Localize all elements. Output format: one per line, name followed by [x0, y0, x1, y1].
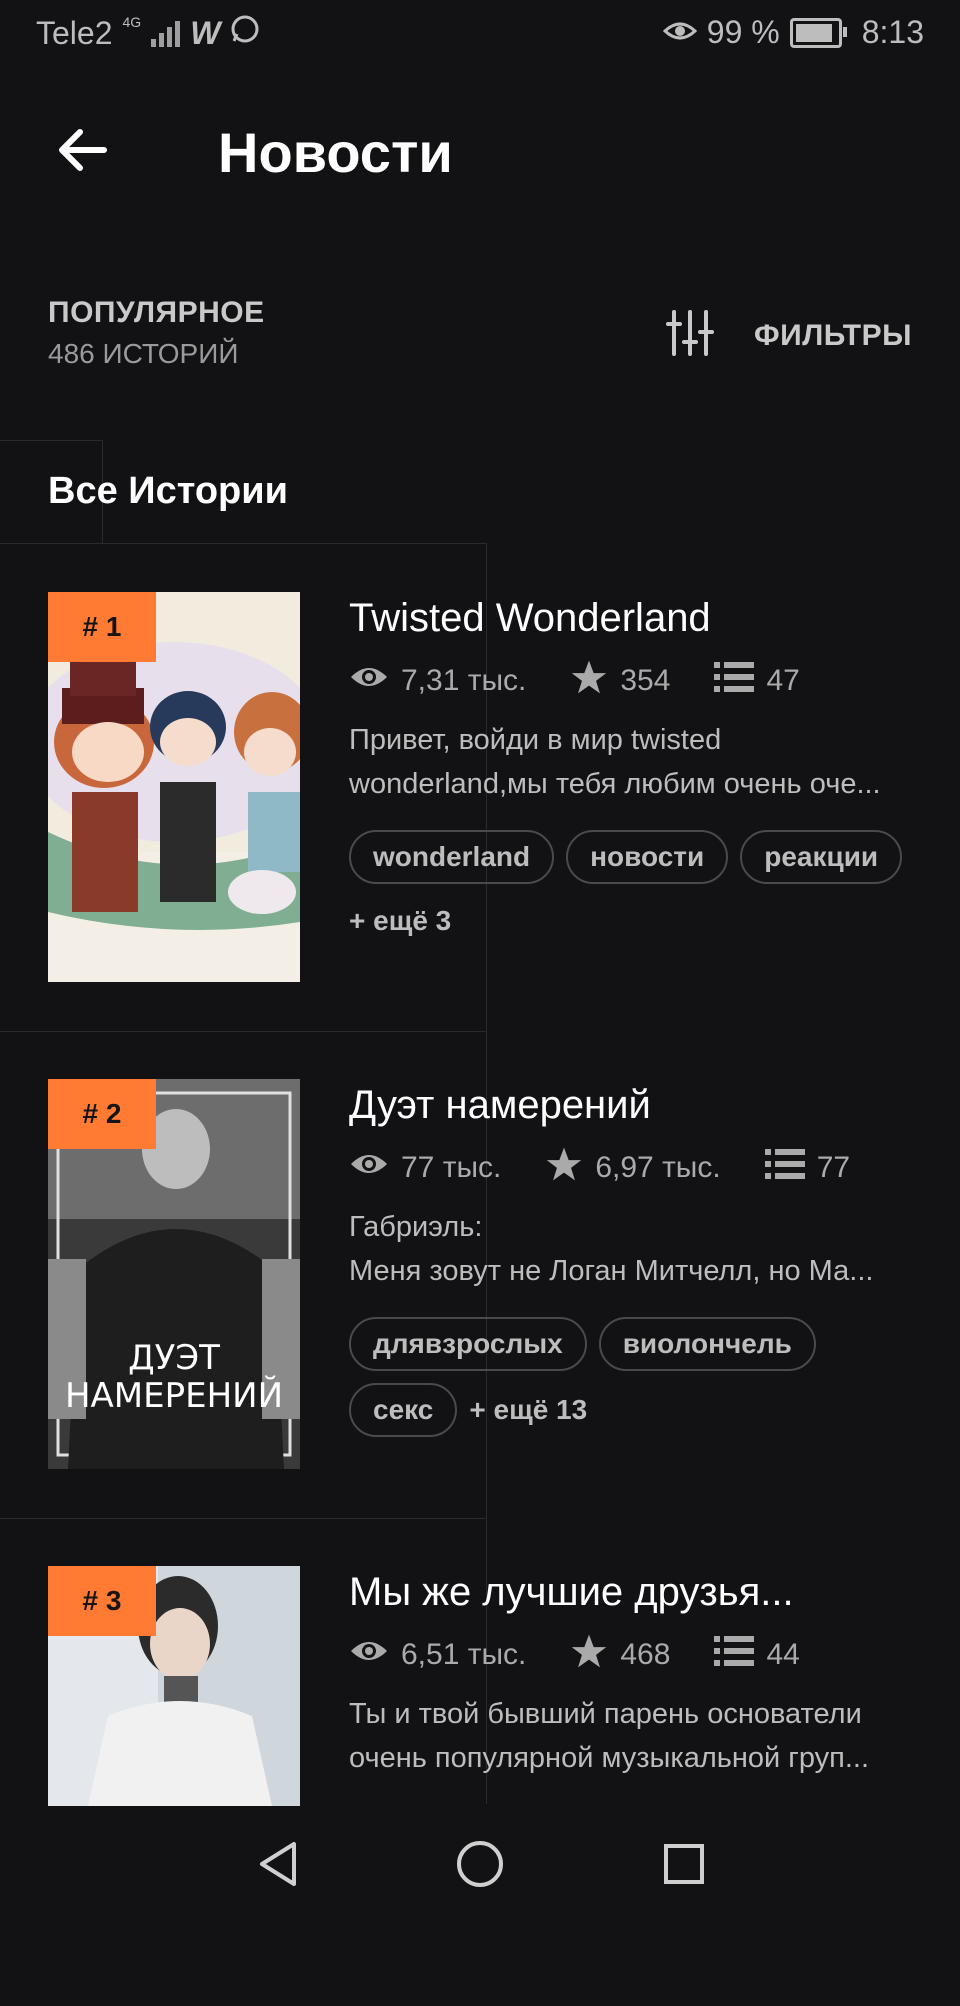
section-title: ПОПУЛЯРНОЕ: [48, 296, 265, 329]
story-card-1[interactable]: # 1 Twisted Wonderland 7,31 тыс. 354 47 …: [0, 544, 960, 1032]
story-description: Привет, войди в мир twisted wonderland,м…: [349, 718, 909, 806]
desc-line: Привет, войди в мир twisted: [349, 724, 722, 756]
eye-comfort-icon: [662, 14, 697, 51]
sliders-icon: [666, 310, 715, 361]
clock: 8:13: [861, 14, 924, 50]
star-icon: [570, 659, 608, 703]
parts-count: 77: [816, 1151, 851, 1184]
app-bar: Новости: [0, 80, 960, 220]
desc-line: Ты и твой бывший парень основатели: [349, 1698, 862, 1730]
more-tags-link[interactable]: + ещё 13: [469, 1385, 587, 1435]
eye-icon: [349, 1637, 389, 1673]
story-card-3[interactable]: # 3 Мы же лучшие друзья... 6,51 тыс. 468…: [0, 1518, 960, 2006]
tag-chip[interactable]: реакции: [740, 830, 903, 884]
rank-badge: # 2: [48, 1079, 156, 1149]
rank-badge: # 3: [48, 1566, 156, 1636]
parts-count: 44: [766, 1638, 800, 1671]
carrier-label: Tele2: [36, 14, 113, 51]
list-icon: [714, 660, 755, 702]
tag-list: wonderland новости реакции + ещё 3: [349, 830, 929, 946]
nav-home-icon[interactable]: [450, 1834, 510, 1894]
eye-icon: [349, 1150, 389, 1186]
section-header: ПОПУЛЯРНОЕ 486 ИСТОРИЙ: [48, 296, 265, 370]
nav-back-icon[interactable]: [250, 1834, 310, 1894]
star-icon: [570, 1633, 608, 1677]
w-app-icon: W: [190, 14, 221, 51]
votes-count: 354: [620, 664, 671, 697]
list-icon: [764, 1147, 805, 1189]
story-title[interactable]: Мы же лучшие друзья...: [349, 1570, 794, 1615]
rank-badge: # 1: [48, 592, 156, 662]
desc-line: очень популярной музыкальной груп...: [349, 1742, 870, 1774]
tag-chip[interactable]: длявзрослых: [349, 1317, 587, 1371]
tag-chip[interactable]: новости: [566, 830, 729, 884]
nav-recents-icon[interactable]: [654, 1834, 714, 1894]
cover-text: НАМЕРЕНИЙ: [64, 1376, 284, 1416]
desc-line: Меня зовут не Логан Митчелл, но Ма...: [349, 1255, 874, 1287]
filters-button[interactable]: ФИЛЬТРЫ: [666, 310, 912, 361]
filters-label: ФИЛЬТРЫ: [754, 318, 912, 352]
story-card-2[interactable]: ДУЭТ НАМЕРЕНИЙ # 2 Дуэт намерений 77 тыс…: [0, 1031, 960, 1519]
votes-count: 6,97 тыс.: [595, 1151, 721, 1184]
story-title[interactable]: Дуэт намерений: [349, 1083, 651, 1128]
cover-text: ДУЭТ: [128, 1338, 220, 1378]
story-stats: 77 тыс. 6,97 тыс. 77: [349, 1146, 894, 1190]
list-icon: [714, 1634, 755, 1676]
tab-all-stories[interactable]: Все Истории: [48, 470, 288, 513]
tag-chip[interactable]: виолончель: [598, 1317, 816, 1371]
page-title: Новости: [218, 121, 453, 184]
star-icon: [545, 1146, 583, 1190]
battery-percent: 99 %: [706, 14, 780, 50]
desc-line: Габриэль:: [349, 1211, 483, 1243]
battery-icon: [789, 17, 847, 48]
tag-chip[interactable]: секс: [349, 1383, 458, 1437]
desc-line: wonderland,мы тебя любим очень оче...: [349, 768, 881, 800]
tag-chip[interactable]: wonderland: [349, 830, 555, 884]
story-description: Габриэль: Меня зовут не Логан Митчелл, н…: [349, 1205, 909, 1293]
votes-count: 468: [620, 1638, 671, 1671]
tag-list: длявзрослых виолончель секс + ещё 13: [349, 1317, 929, 1437]
signal-icon: [151, 19, 181, 47]
story-stats: 7,31 тыс. 354 47: [349, 659, 844, 703]
views-count: 7,31 тыс.: [401, 664, 527, 697]
story-cover-2[interactable]: ДУЭТ НАМЕРЕНИЙ # 2: [48, 1079, 300, 1469]
story-stats: 6,51 тыс. 468 44: [349, 1633, 844, 1677]
story-cover-3[interactable]: # 3: [48, 1566, 300, 1806]
back-arrow-icon[interactable]: [52, 120, 116, 184]
story-description: Ты и твой бывший парень основатели очень…: [349, 1692, 909, 1780]
story-count: 486 ИСТОРИЙ: [48, 338, 239, 369]
status-bar: Tele2 4G W 99 % 8:13: [0, 0, 960, 64]
story-cover-1[interactable]: # 1: [48, 592, 300, 982]
system-nav-bar: [0, 1806, 960, 1920]
parts-count: 47: [766, 664, 800, 697]
views-count: 6,51 тыс.: [401, 1638, 527, 1671]
story-title[interactable]: Twisted Wonderland: [349, 596, 711, 641]
views-count: 77 тыс.: [401, 1151, 502, 1184]
network-type: 4G: [122, 14, 142, 30]
more-tags-link[interactable]: + ещё 3: [349, 896, 451, 946]
eye-icon: [349, 663, 389, 699]
whatsapp-icon: [230, 14, 260, 52]
